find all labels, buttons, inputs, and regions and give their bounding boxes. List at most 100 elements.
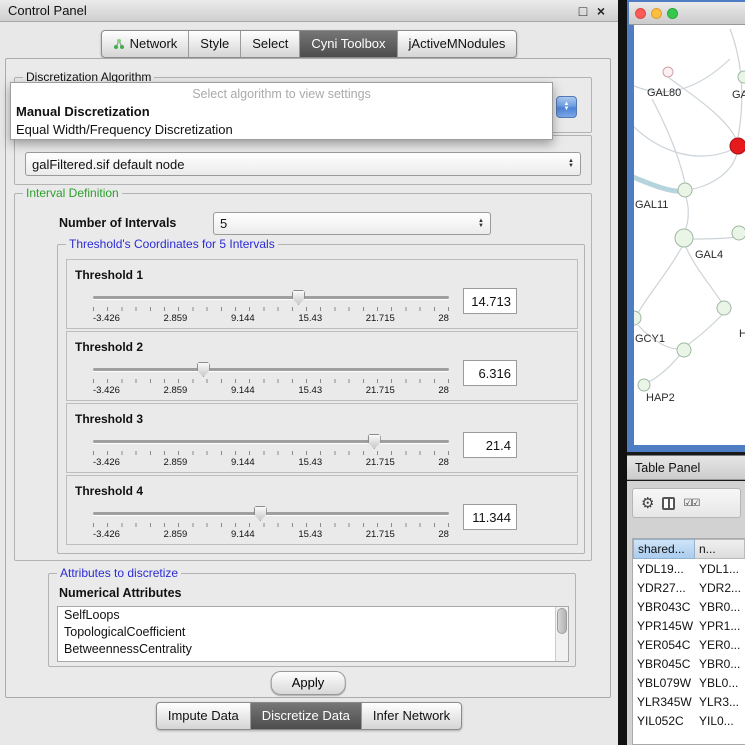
network-node[interactable] (678, 183, 692, 197)
number-of-intervals-combobox[interactable]: 5 ▲▼ (213, 212, 491, 235)
threshold-2-value-field[interactable]: 6.316 (463, 360, 517, 386)
network-node[interactable] (638, 379, 650, 391)
threshold-4-label: Threshold 4 (75, 484, 143, 498)
slider-scale: -3.4262.8599.14415.4321.71528 (93, 529, 449, 540)
table-header-row: shared... n... (633, 539, 745, 559)
table-row[interactable]: YPR145WYPR1... (633, 616, 745, 635)
threshold-2-label: Threshold 2 (75, 340, 143, 354)
dropdown-option-equal-width[interactable]: Equal Width/Frequency Discretization (11, 121, 552, 139)
dropdown-option-manual-discretization[interactable]: Manual Discretization (11, 103, 552, 121)
node-table: shared... n... YDL19...YDL1... YDR27...Y… (632, 538, 745, 745)
network-node[interactable] (738, 71, 745, 83)
tab-network[interactable]: Network (102, 31, 190, 57)
tab-impute-data[interactable]: Impute Data (157, 703, 251, 729)
float-window-icon[interactable]: □ (574, 3, 592, 19)
slider-ticks (93, 451, 449, 455)
tab-select[interactable]: Select (241, 31, 300, 57)
close-icon[interactable]: × (592, 3, 610, 19)
cyni-content-panel: Discretization Algorithm Table Data galF… (5, 58, 611, 698)
table-panel-titlebar: Table Panel (627, 455, 745, 480)
tab-jactivemnodules[interactable]: jActiveMNodules (398, 31, 517, 57)
table-row[interactable]: YDL19...YDL1... (633, 559, 745, 578)
table-row[interactable]: YBL079WYBL0... (633, 673, 745, 692)
select-columns-icon[interactable]: ☑☑ (683, 498, 699, 509)
network-node-selected[interactable] (730, 138, 745, 154)
attributes-group: Attributes to discretize Numerical Attri… (48, 573, 576, 667)
threshold-3-value-field[interactable]: 21.4 (463, 432, 517, 458)
network-node[interactable] (675, 229, 693, 247)
slider-scale: -3.4262.8599.14415.4321.71528 (93, 385, 449, 396)
network-node[interactable] (663, 67, 673, 77)
node-label: H (739, 328, 745, 340)
table-row[interactable]: YLR345WYLR3... (633, 692, 745, 711)
column-header-shared-name[interactable]: shared... (633, 539, 695, 559)
control-panel: Control Panel □ × Network Style Select C… (0, 0, 618, 745)
panel-title: Control Panel (8, 3, 574, 18)
number-of-intervals-value: 5 (220, 216, 227, 231)
slider-ticks (93, 307, 449, 311)
table-row[interactable]: YDR27...YDR2... (633, 578, 745, 597)
columns-icon[interactable] (662, 497, 675, 510)
list-item[interactable]: SelfLoops (58, 607, 568, 624)
tab-cyni-toolbox[interactable]: Cyni Toolbox (300, 31, 397, 57)
tab-discretize-data[interactable]: Discretize Data (251, 703, 362, 729)
table-row[interactable]: YIL052CYIL0... (633, 711, 745, 730)
node-label: GCY1 (635, 333, 665, 345)
threshold-1-value-field[interactable]: 14.713 (463, 288, 517, 314)
network-node[interactable] (677, 343, 691, 357)
threshold-3-box: Threshold 3 -3.4262.8599.14415.4321.7152… (66, 403, 578, 473)
table-data-combobox-value: galFiltered.sif default node (32, 157, 184, 172)
slider-thumb[interactable] (368, 434, 381, 449)
interval-definition-group-title: Interval Definition (23, 186, 122, 200)
slider-track[interactable] (93, 362, 449, 378)
close-traffic-light-icon[interactable] (635, 8, 646, 19)
network-edge-thick (634, 175, 684, 191)
table-row[interactable]: YER054CYER0... (633, 635, 745, 654)
threshold-2-box: Threshold 2 -3.4262.8599.14415.4321.7152… (66, 331, 578, 401)
zoom-traffic-light-icon[interactable] (667, 8, 678, 19)
interval-definition-group: Interval Definition Number of Intervals … (14, 193, 592, 561)
tab-infer-network[interactable]: Infer Network (362, 703, 461, 729)
table-panel-title: Table Panel (635, 461, 700, 475)
gear-icon[interactable]: ⚙ (641, 496, 654, 511)
threshold-4-value-field[interactable]: 11.344 (463, 504, 517, 530)
network-view-window: GAL80 GA GAL11 GAL4 GCY1 HAP2 H (627, 0, 745, 452)
table-row[interactable]: YBR045CYBR0... (633, 654, 745, 673)
attributes-group-title: Attributes to discretize (57, 566, 181, 580)
network-node[interactable] (717, 301, 731, 315)
tab-style[interactable]: Style (189, 31, 241, 57)
node-label: GAL80 (647, 87, 681, 99)
algorithm-combobox-stepper[interactable]: ▲▼ (556, 96, 577, 118)
slider-track[interactable] (93, 290, 449, 306)
slider-thumb[interactable] (197, 362, 210, 377)
node-label: GAL4 (695, 249, 723, 261)
network-window-titlebar[interactable] (629, 2, 745, 25)
apply-button[interactable]: Apply (271, 671, 346, 695)
network-graph: GAL80 GA GAL11 GAL4 GCY1 HAP2 H (634, 25, 745, 445)
combobox-stepper-icon: ▲▼ (472, 219, 484, 229)
table-row[interactable]: YBR043CYBR0... (633, 597, 745, 616)
table-data-group: Table Data galFiltered.sif default node … (14, 135, 592, 185)
threshold-4-box: Threshold 4 -3.4262.8599.14415.4321.7152… (66, 475, 578, 545)
node-label: HAP2 (646, 392, 675, 404)
threshold-3-label: Threshold 3 (75, 412, 143, 426)
slider-thumb[interactable] (292, 290, 305, 305)
list-scrollbar[interactable] (555, 607, 568, 661)
list-item[interactable]: BetweennessCentrality (58, 641, 568, 658)
column-header-name[interactable]: n... (695, 539, 745, 559)
network-node[interactable] (634, 311, 641, 325)
numerical-attributes-label: Numerical Attributes (59, 586, 181, 600)
slider-track[interactable] (93, 434, 449, 450)
slider-track[interactable] (93, 506, 449, 522)
algorithm-dropdown-popup: Select algorithm to view settings Manual… (10, 82, 553, 140)
list-item[interactable]: TopologicalCoefficient (58, 624, 568, 641)
table-toolbar: ⚙ ☑☑ (632, 488, 741, 518)
control-panel-titlebar: Control Panel □ × (0, 0, 618, 22)
slider-thumb[interactable] (254, 506, 267, 521)
threshold-3-slider: -3.4262.8599.14415.4321.71528 (93, 434, 449, 468)
scrollbar-thumb[interactable] (557, 608, 567, 634)
network-canvas[interactable]: GAL80 GA GAL11 GAL4 GCY1 HAP2 H (634, 25, 745, 445)
network-node[interactable] (732, 226, 745, 240)
table-data-combobox[interactable]: galFiltered.sif default node ▲▼ (25, 152, 581, 176)
minimize-traffic-light-icon[interactable] (651, 8, 662, 19)
